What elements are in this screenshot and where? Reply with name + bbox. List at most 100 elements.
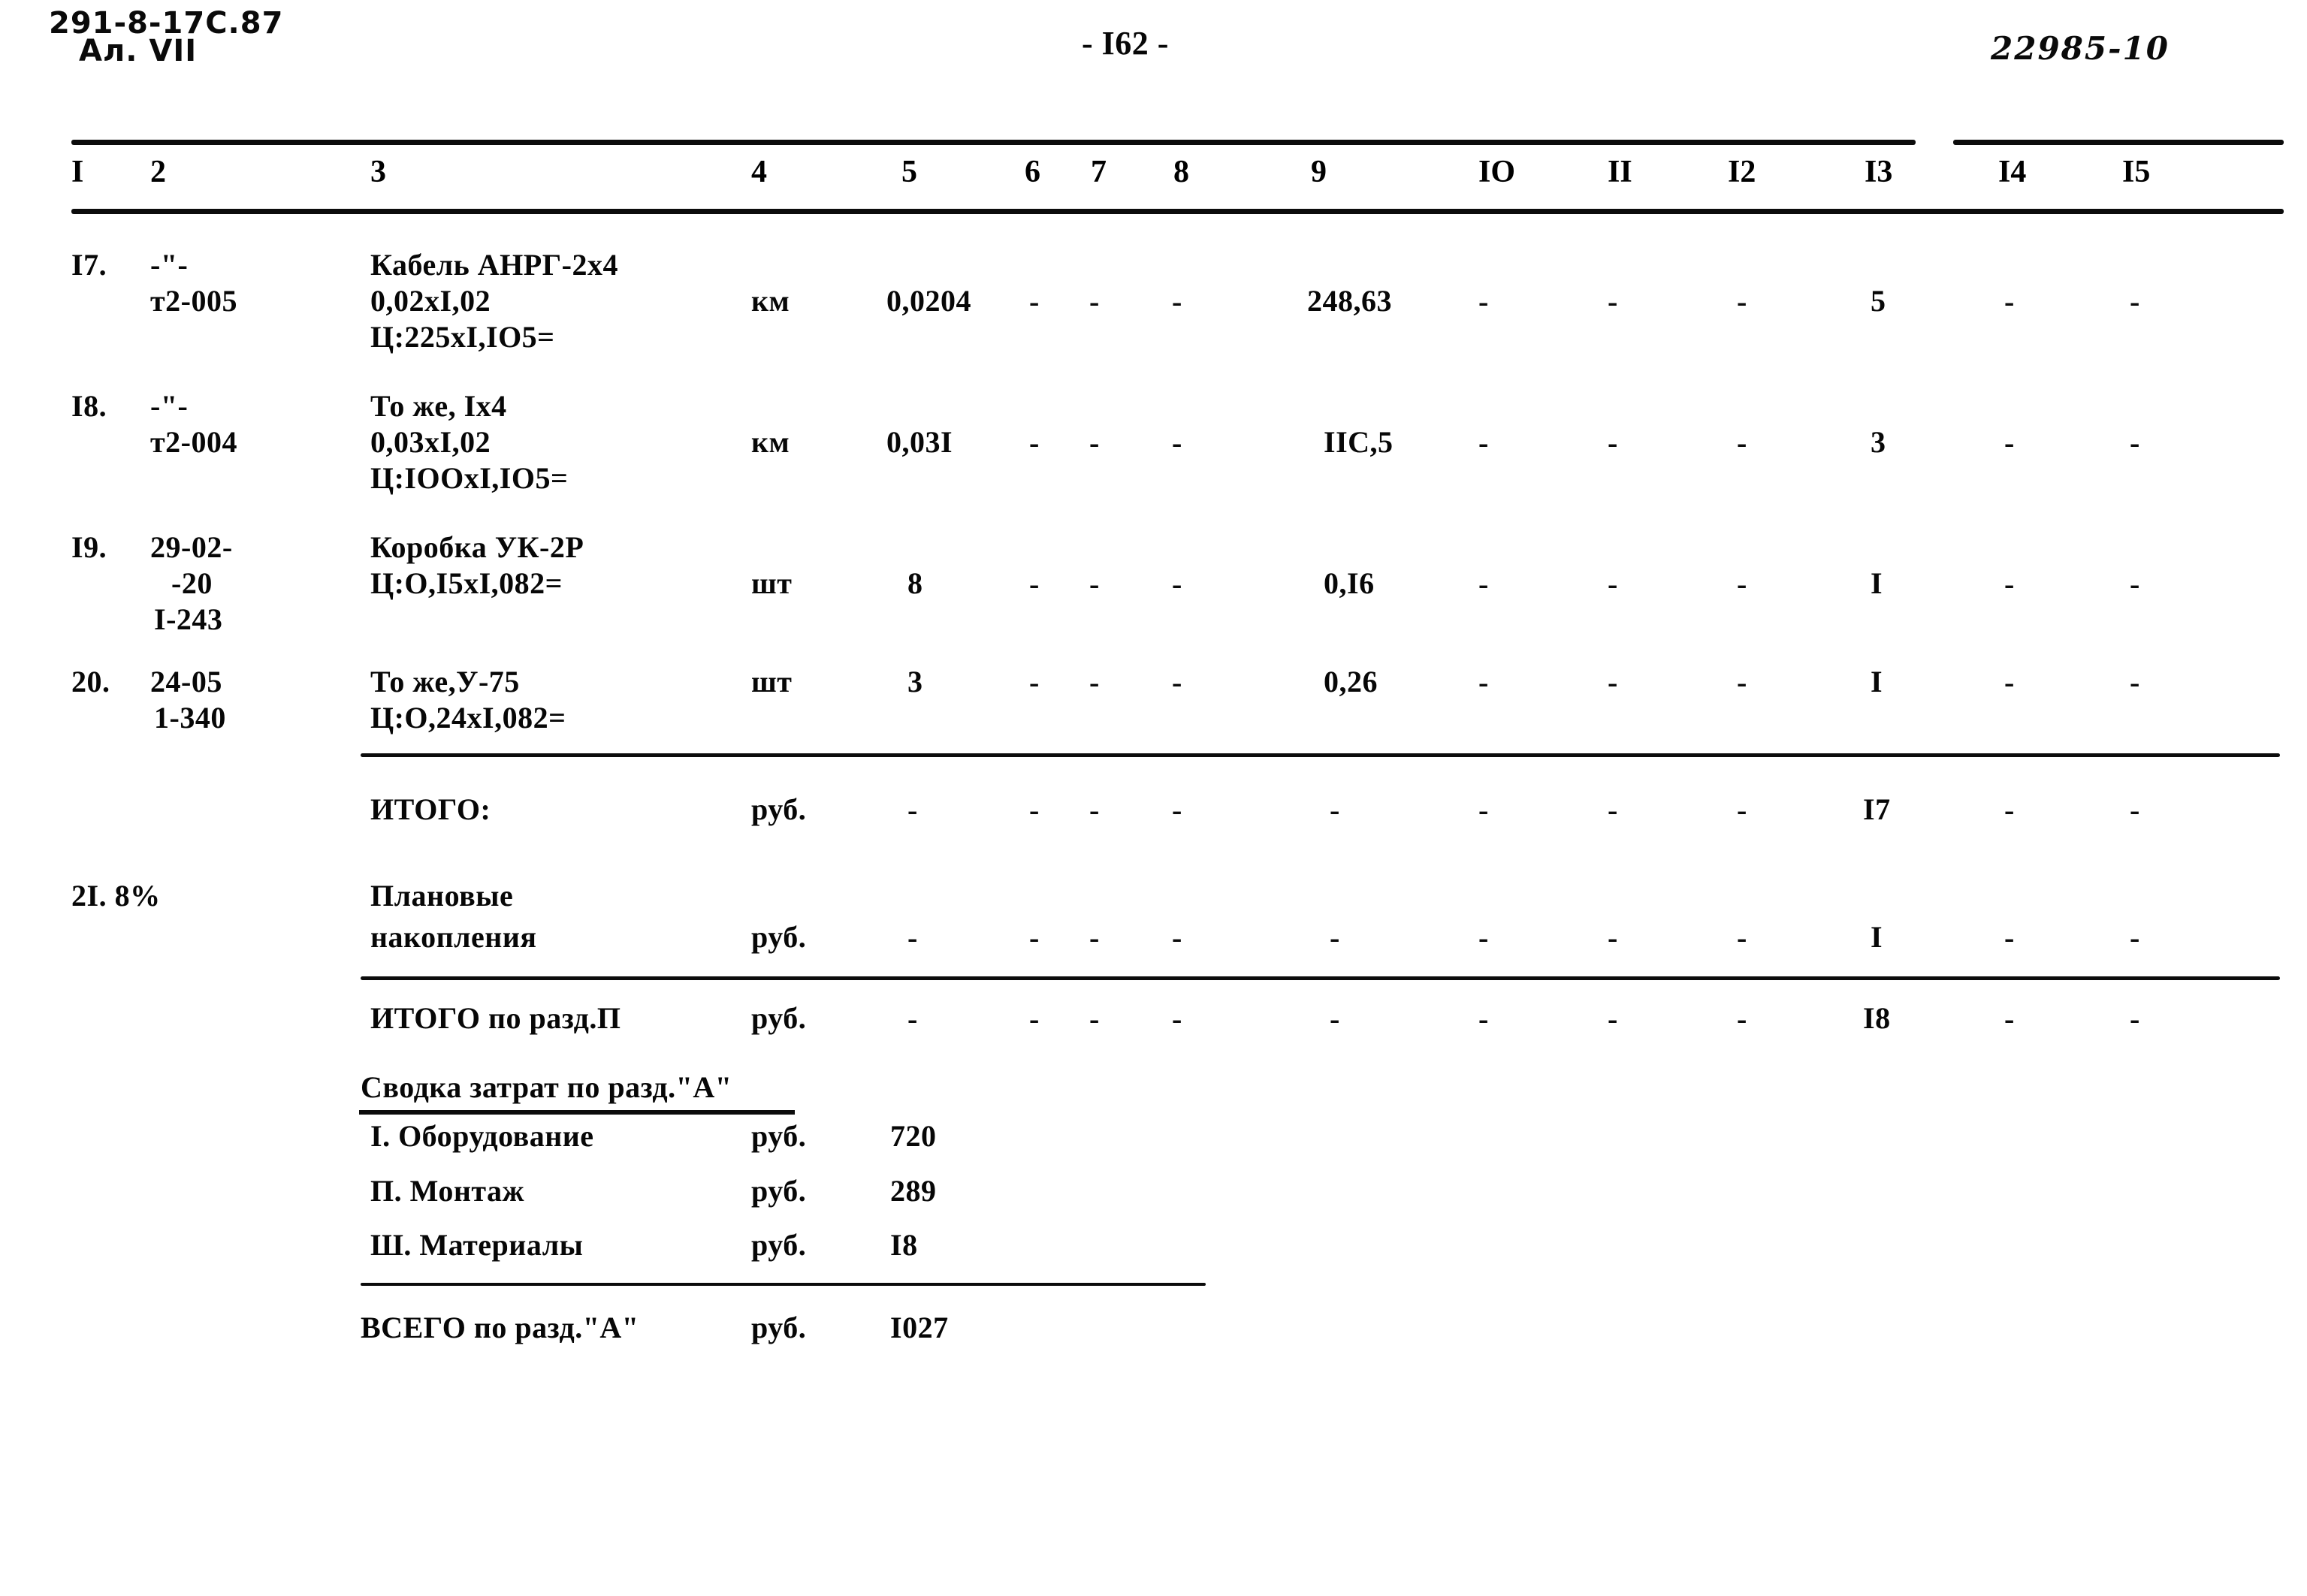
row-col10-value: - xyxy=(1478,567,1489,601)
column-header-9: 9 xyxy=(1311,155,1327,189)
total-col6-value: - xyxy=(1029,793,1040,827)
rule-above-grand-total xyxy=(361,1283,1206,1286)
row-col9-value: 248,63 xyxy=(1307,284,1392,318)
row-name-line-1: То же,У-75 xyxy=(370,665,520,698)
total-row-unit: руб. xyxy=(751,920,807,954)
row-col5-value: 0,0204 xyxy=(886,284,971,318)
archive-number-stamp: 22985-10 xyxy=(1991,30,2170,67)
section-total-col14-value: - xyxy=(2004,1002,2015,1036)
section-total-unit: руб. xyxy=(751,1001,807,1035)
table-row: I9. xyxy=(71,530,107,564)
row-col12-value: - xyxy=(1737,567,1747,601)
row-col11-value: - xyxy=(1608,567,1618,601)
summary-line-unit: руб. xyxy=(751,1119,807,1153)
row-code-line-3: I-243 xyxy=(154,602,223,636)
total-col5-value: - xyxy=(907,921,918,955)
section-total-col7-value: - xyxy=(1089,1002,1100,1036)
table-header-bottom-rule xyxy=(71,209,2284,214)
table-top-rule-left xyxy=(71,140,1916,145)
row-name-line-2: 0,02хI,02 xyxy=(370,284,491,318)
table-row: 20. xyxy=(71,665,110,698)
total-col13-value: I xyxy=(1871,920,1883,954)
row-col9-value: IIC,5 xyxy=(1324,425,1394,459)
row-col6-value: - xyxy=(1029,426,1040,460)
row-col10-value: - xyxy=(1478,665,1489,699)
row-col12-value: - xyxy=(1737,285,1747,318)
row-name-line-1: Коробка УК-2Р xyxy=(370,530,584,564)
summary-line-label: I. Оборудование xyxy=(370,1119,594,1153)
summary-line-label: Ш. Материалы xyxy=(370,1228,584,1262)
row-col13-value: 5 xyxy=(1871,284,1886,318)
row-col10-value: - xyxy=(1478,285,1489,318)
grand-total-label: ВСЕГО по разд."А" xyxy=(361,1311,639,1344)
summary-line-value: 720 xyxy=(890,1119,937,1153)
total-col6-value: - xyxy=(1029,921,1040,955)
section-total-col5-value: - xyxy=(907,1002,918,1036)
total-col7-value: - xyxy=(1089,793,1100,827)
row-col15-value: - xyxy=(2130,665,2140,699)
total-row-label-line1: Плановые xyxy=(370,879,514,913)
summary-line-value: I8 xyxy=(890,1228,918,1262)
total-row-unit: руб. xyxy=(751,792,807,826)
row-code-line-2: -20 xyxy=(171,566,213,600)
row-col6-value: - xyxy=(1029,665,1040,699)
row-col9-value: 0,26 xyxy=(1324,665,1378,698)
column-header-8: 8 xyxy=(1173,155,1189,189)
row-col15-value: - xyxy=(2130,567,2140,601)
column-header-12: I2 xyxy=(1728,155,1756,189)
row-col5-value: 3 xyxy=(907,665,923,698)
total-col5-value: - xyxy=(907,793,918,827)
total-col10-value: - xyxy=(1478,921,1489,955)
row-col12-value: - xyxy=(1737,426,1747,460)
row-name-line-3: Ц:IOOхI,IO5= xyxy=(370,461,569,495)
rule-above-section-total xyxy=(361,976,2280,980)
column-header-11: II xyxy=(1608,155,1632,189)
table-row: I7. xyxy=(71,248,107,282)
column-header-1: I xyxy=(71,155,84,189)
row-col14-value: - xyxy=(2004,567,2015,601)
column-header-3: 3 xyxy=(370,155,386,189)
grand-total-unit: руб. xyxy=(751,1311,807,1344)
row-code-line-1: 29-02- xyxy=(150,530,233,564)
total-col13-value: I7 xyxy=(1863,792,1891,826)
row-col7-value: - xyxy=(1089,426,1100,460)
section-total-col6-value: - xyxy=(1029,1002,1040,1036)
row-col8-value: - xyxy=(1172,665,1182,699)
column-header-6: 6 xyxy=(1025,155,1040,189)
row-col11-value: - xyxy=(1608,285,1618,318)
row-col15-value: - xyxy=(2130,285,2140,318)
column-header-10: IO xyxy=(1478,155,1516,189)
row-code-line-2: т2-005 xyxy=(150,284,237,318)
table-top-rule-right xyxy=(1953,140,2284,145)
row-col11-value: - xyxy=(1608,665,1618,699)
row-col13-value: 3 xyxy=(1871,425,1886,459)
row-col12-value: - xyxy=(1737,665,1747,699)
total-col8-value: - xyxy=(1172,793,1182,827)
total-col11-value: - xyxy=(1608,921,1618,955)
row-col11-value: - xyxy=(1608,426,1618,460)
section-total-col12-value: - xyxy=(1737,1002,1747,1036)
row-col8-value: - xyxy=(1172,285,1182,318)
row-col6-value: - xyxy=(1029,285,1040,318)
document-code-stamp-line2: Ал. VII xyxy=(79,34,198,68)
section-total-col10-value: - xyxy=(1478,1002,1489,1036)
row-col8-value: - xyxy=(1172,426,1182,460)
column-header-15: I5 xyxy=(2122,155,2151,189)
total-col9-value: - xyxy=(1330,793,1340,827)
row-col14-value: - xyxy=(2004,665,2015,699)
section-total-col8-value: - xyxy=(1172,1002,1182,1036)
column-header-2: 2 xyxy=(150,155,166,189)
row-name-line-2: Ц:О,24хI,082= xyxy=(370,701,566,735)
total-col7-value: - xyxy=(1089,921,1100,955)
row-unit: шт xyxy=(751,566,793,600)
column-header-14: I4 xyxy=(1998,155,2027,189)
row-col15-value: - xyxy=(2130,426,2140,460)
row-col6-value: - xyxy=(1029,567,1040,601)
row-col14-value: - xyxy=(2004,285,2015,318)
table-row: I8. xyxy=(71,389,107,423)
row-code-line-1: -"- xyxy=(150,389,189,423)
total-row-label: ИТОГО: xyxy=(370,792,491,826)
total-row-number: 2I. 8% xyxy=(71,879,161,913)
row-unit: км xyxy=(751,284,790,318)
row-code-line-1: 24-05 xyxy=(150,665,222,698)
